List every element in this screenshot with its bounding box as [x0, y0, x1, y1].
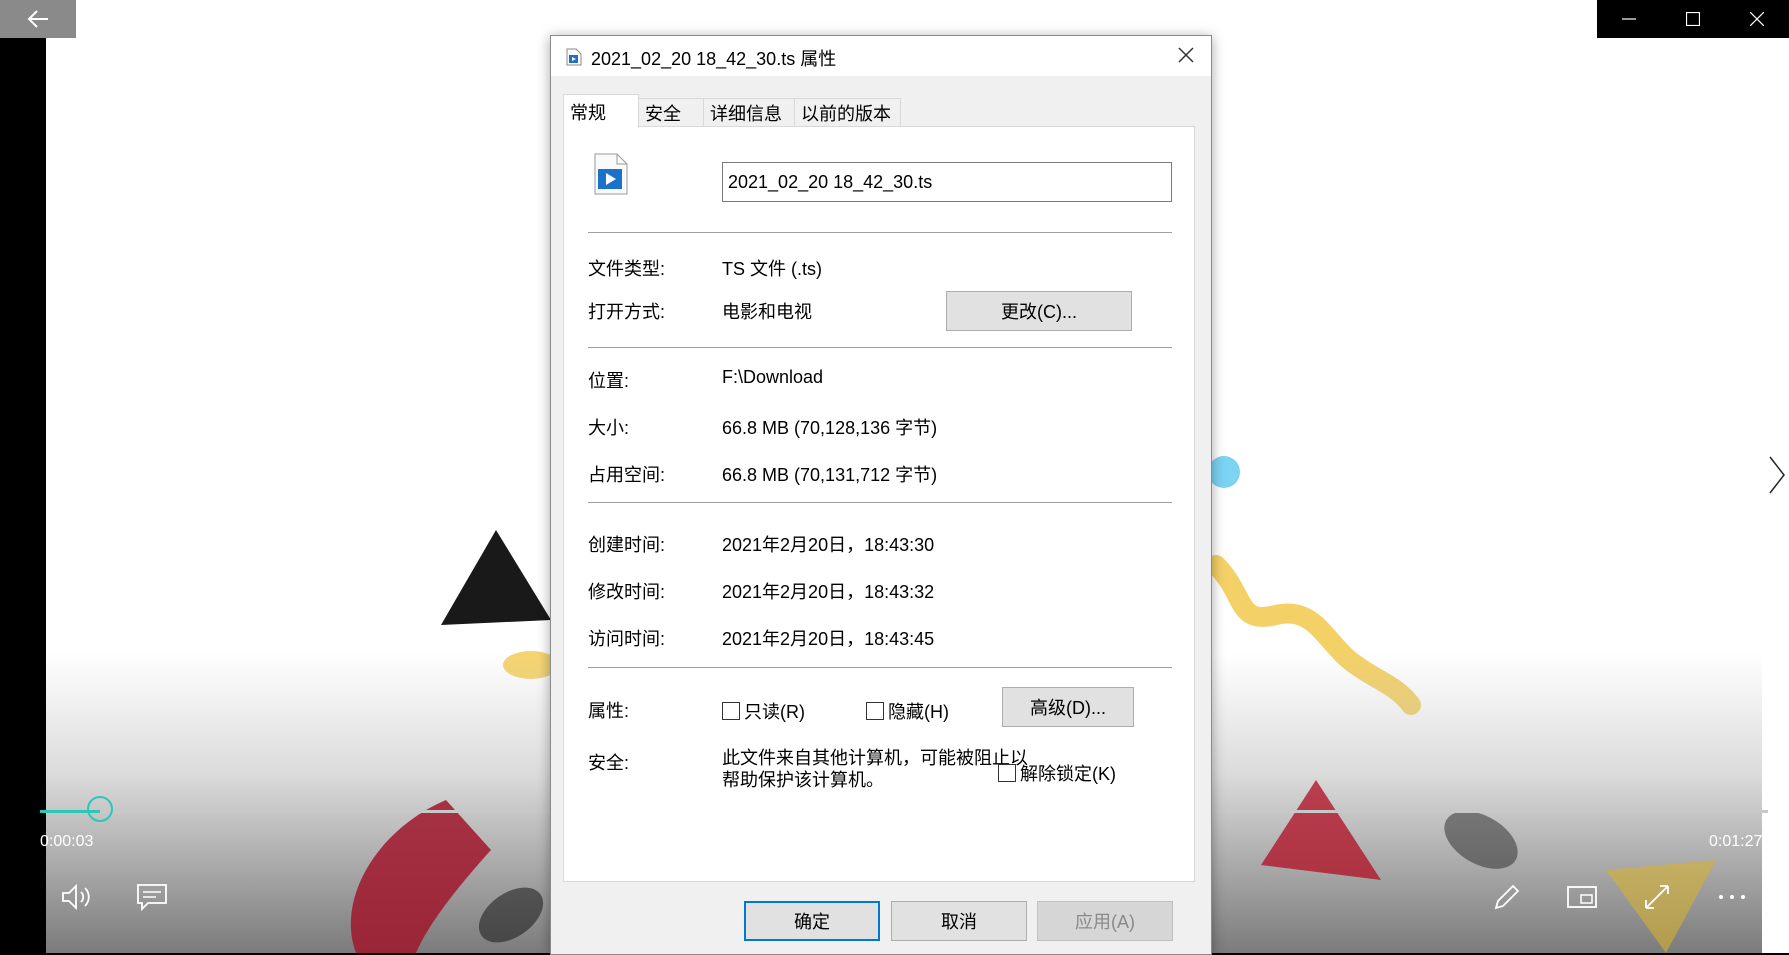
current-time: 0:00:03 — [40, 833, 94, 850]
volume-button[interactable] — [57, 880, 97, 914]
modified-label: 修改时间: — [588, 582, 666, 602]
size-label: 大小: — [588, 418, 630, 438]
disk-size-value: 66.8 MB (70,131,712 字节) — [722, 465, 938, 485]
file-type-label: 文件类型: — [588, 259, 666, 279]
close-window-button[interactable] — [1725, 0, 1789, 38]
size-value: 66.8 MB (70,128,136 字节) — [722, 418, 938, 438]
subtitles-icon — [137, 884, 167, 911]
dark-blob-shape — [478, 887, 544, 943]
location-label: 位置: — [588, 371, 630, 391]
more-button[interactable] — [1712, 880, 1752, 914]
created-label: 创建时间: — [588, 535, 666, 555]
divider — [588, 502, 1172, 503]
unblock-checkbox[interactable]: 解除锁定(K) — [998, 760, 1116, 786]
checkbox-box[interactable] — [998, 764, 1016, 782]
readonly-checkbox-label: 只读(R) — [744, 702, 805, 722]
file-type-value: TS 文件 (.ts) — [722, 259, 822, 279]
miniview-icon — [1567, 886, 1597, 908]
minimize-button[interactable] — [1597, 0, 1661, 38]
opens-with-value: 电影和电视 — [722, 302, 812, 322]
advanced-button[interactable]: 高级(D)... — [1002, 687, 1134, 727]
maximize-button[interactable] — [1661, 0, 1725, 38]
fullscreen-icon — [1645, 885, 1669, 909]
created-value: 2021年2月20日，18:43:30 — [722, 535, 935, 555]
divider — [588, 667, 1172, 668]
dialog-title: 2021_02_20 18_42_30.ts 属性 — [591, 49, 837, 69]
unblock-checkbox-label: 解除锁定(K) — [1020, 764, 1116, 784]
divider — [588, 232, 1172, 233]
dialog-titlebar: 2021_02_20 18_42_30.ts 属性 — [551, 36, 1211, 76]
tab-details[interactable]: 详细信息 — [703, 98, 795, 126]
minimize-icon — [1622, 18, 1636, 20]
video-file-icon — [594, 153, 628, 195]
security-message: 此文件来自其他计算机，可能被阻止以帮助保护该计算机。 — [722, 748, 1028, 790]
back-button[interactable] — [0, 0, 76, 38]
close-icon — [1750, 12, 1764, 26]
chevron-right-icon — [1769, 456, 1785, 494]
general-panel: 文件类型: TS 文件 (.ts) 打开方式: 电影和电视 更改(C)... 位… — [563, 126, 1195, 882]
tab-previous-versions[interactable]: 以前的版本 — [794, 98, 901, 126]
apply-button[interactable]: 应用(A) — [1037, 901, 1173, 941]
gray-blob-shape — [1444, 811, 1518, 869]
opens-with-label: 打开方式: — [588, 302, 666, 322]
disk-size-label: 占用空间: — [588, 465, 666, 485]
miniview-button[interactable] — [1562, 880, 1602, 914]
next-button[interactable] — [1768, 455, 1786, 499]
accessed-label: 访问时间: — [588, 629, 666, 649]
change-button[interactable]: 更改(C)... — [946, 291, 1132, 331]
properties-dialog: 2021_02_20 18_42_30.ts 属性 常规 安全 详细信息 以前的… — [550, 35, 1212, 955]
pencil-icon — [1494, 884, 1520, 910]
window-controls — [1597, 0, 1789, 38]
modified-value: 2021年2月20日，18:43:32 — [722, 582, 935, 602]
black-triangle-shape — [441, 530, 551, 625]
security-label: 安全: — [588, 753, 630, 773]
divider — [588, 347, 1172, 348]
hidden-checkbox-label: 隐藏(H) — [888, 702, 949, 722]
video-file-icon — [566, 48, 582, 66]
tab-general[interactable]: 常规 — [563, 94, 639, 128]
edit-button[interactable] — [1487, 880, 1527, 914]
arrow-left-icon — [27, 10, 48, 28]
volume-icon — [62, 883, 90, 911]
attributes-label: 属性: — [588, 701, 630, 721]
more-icon — [1719, 895, 1745, 899]
fullscreen-button[interactable] — [1637, 880, 1677, 914]
red-triangle-shape — [1261, 780, 1381, 880]
ok-button[interactable]: 确定 — [744, 901, 880, 941]
total-time: 0:01:27 — [1709, 833, 1763, 850]
readonly-checkbox[interactable]: 只读(R) — [722, 698, 805, 724]
tab-security[interactable]: 安全 — [638, 98, 704, 126]
cancel-button[interactable]: 取消 — [891, 901, 1027, 941]
location-value: F:\Download — [722, 367, 824, 387]
accessed-value: 2021年2月20日，18:43:45 — [722, 629, 935, 649]
checkbox-box[interactable] — [722, 702, 740, 720]
maximize-icon — [1686, 12, 1700, 26]
checkbox-box[interactable] — [866, 702, 884, 720]
close-icon[interactable] — [1175, 44, 1197, 66]
hidden-checkbox[interactable]: 隐藏(H) — [866, 698, 949, 724]
subtitles-button[interactable] — [132, 880, 172, 914]
filename-input[interactable] — [722, 162, 1172, 202]
